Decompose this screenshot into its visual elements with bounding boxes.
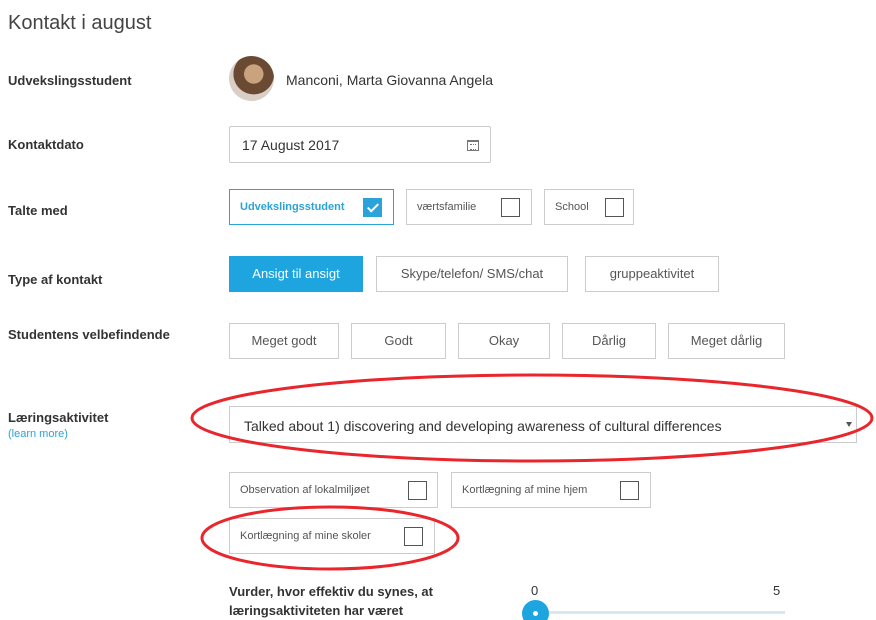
observation-local-environment-checkbox[interactable]: Observation af lokalmiljøet [229, 472, 438, 508]
learning-activity-selected-value: Talked about 1) discovering and developi… [244, 418, 722, 434]
learn-more-link[interactable]: (learn more) [8, 428, 68, 440]
slider-min-label: 0 [531, 583, 539, 598]
checkbox-square[interactable] [404, 527, 423, 546]
contact-type-group-button[interactable]: gruppeaktivitet [585, 256, 719, 292]
annotation-overlay [190, 373, 874, 571]
wellbeing-bad-button[interactable]: Dårlig [562, 323, 656, 359]
contact-date-value: 17 August 2017 [242, 137, 340, 153]
checkmark-icon [366, 200, 380, 213]
checkbox-square[interactable] [620, 481, 639, 500]
wellbeing-label: Studentens velbefindende [8, 327, 170, 342]
rating-slider-track[interactable] [535, 611, 785, 614]
slider-max-label: 5 [773, 583, 781, 598]
avatar [229, 56, 274, 101]
checkbox-square[interactable] [363, 198, 382, 217]
checkbox-label: Observation af lokalmiljøet [240, 484, 370, 496]
learning-activity-select[interactable]: Talked about 1) discovering and developi… [229, 406, 857, 443]
checkbox-square[interactable] [408, 481, 427, 500]
contact-type-face-to-face-button[interactable]: Ansigt til ansigt [229, 256, 363, 292]
contact-date-label: Kontaktdato [8, 137, 84, 152]
talked-with-label: Talte med [8, 203, 68, 218]
wellbeing-okay-button[interactable]: Okay [458, 323, 550, 359]
student-name: Manconi, Marta Giovanna Angela [286, 72, 494, 88]
checkbox-label: Udvekslingsstudent [240, 201, 345, 213]
talked-with-school-checkbox[interactable]: School [544, 189, 634, 225]
checkbox-label: Kortlægning af mine skoler [240, 530, 371, 542]
contact-type-skype-button[interactable]: Skype/telefon/ SMS/chat [376, 256, 568, 292]
page-title: Kontakt i august [8, 12, 152, 34]
rating-question: Vurder, hvor effektiv du synes, at lærin… [229, 584, 433, 618]
checkbox-label: Kortlægning af mine hjem [462, 484, 588, 496]
mapping-my-schools-checkbox[interactable]: Kortlægning af mine skoler [229, 518, 435, 554]
student-label: Udvekslingsstudent [8, 73, 132, 88]
contact-date-field[interactable]: 17 August 2017 [229, 126, 491, 163]
wellbeing-good-button[interactable]: Godt [351, 323, 446, 359]
checkbox-label: School [555, 201, 589, 213]
rating-slider-handle[interactable] [522, 600, 549, 620]
talked-with-student-checkbox[interactable]: Udvekslingsstudent [229, 189, 394, 225]
wellbeing-very-bad-button[interactable]: Meget dårlig [668, 323, 785, 359]
chevron-down-icon[interactable] [846, 422, 852, 427]
learning-activity-label: Læringsaktivitet [8, 410, 109, 425]
talked-with-host-family-checkbox[interactable]: værtsfamilie [406, 189, 532, 225]
mapping-my-homes-checkbox[interactable]: Kortlægning af mine hjem [451, 472, 651, 508]
contact-type-label: Type af kontakt [8, 272, 103, 287]
checkbox-square[interactable] [605, 198, 624, 217]
calendar-icon[interactable] [467, 140, 479, 151]
checkbox-label: værtsfamilie [417, 201, 477, 213]
wellbeing-very-good-button[interactable]: Meget godt [229, 323, 339, 359]
checkbox-square[interactable] [501, 198, 520, 217]
